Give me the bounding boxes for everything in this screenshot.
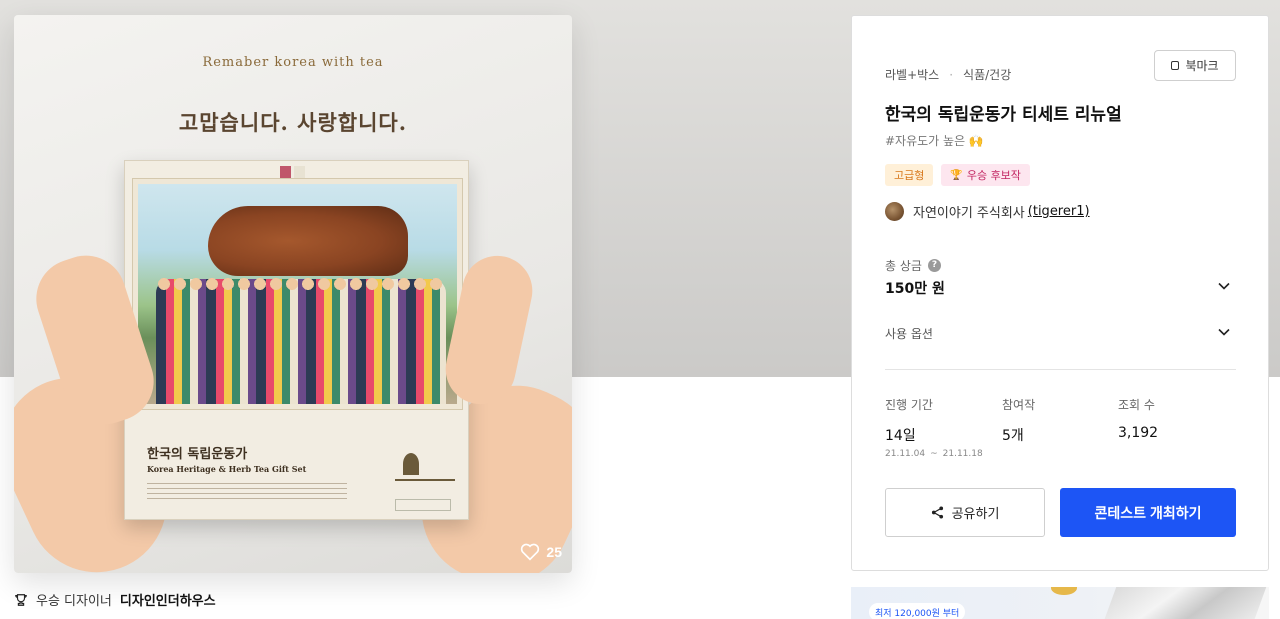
heart-icon: [521, 543, 540, 561]
period-start: 21.11.04: [885, 449, 926, 459]
stat-period-value: 14일: [885, 428, 916, 444]
bookmark-button[interactable]: 북마크: [1154, 50, 1236, 81]
stat-views-label: 조회 수: [1118, 398, 1155, 412]
chevron-down-icon: [1218, 328, 1230, 336]
stat-period-range: 21.11.04 ~ 21.11.18: [885, 449, 983, 459]
options-expand-toggle[interactable]: [1217, 324, 1231, 338]
category-1[interactable]: 라벨+박스: [885, 66, 939, 83]
stat-views-value: 3,192: [1118, 425, 1159, 441]
section-divider: [885, 369, 1236, 370]
box-illustration: [132, 178, 463, 410]
badge-row: 고급형 🏆 우승 후보작: [885, 164, 1030, 186]
winner-prefix: 우승 디자이너: [36, 594, 112, 609]
product-image[interactable]: Remaber korea with tea 고맙습니다. 사랑합니다. 한국의…: [14, 15, 572, 573]
period-sep: ~: [930, 449, 938, 459]
coin-graphic: [1051, 587, 1077, 595]
category-2[interactable]: 식품/건강: [963, 66, 1011, 83]
prize-label: 총 상금 ?: [885, 257, 941, 274]
faces-illustration: [156, 276, 446, 296]
like-count: 25: [546, 544, 562, 560]
box-title-korean: 한국의 독립운동가: [147, 447, 248, 462]
gift-box-image: 한국의 독립운동가 Korea Heritage & Herb Tea Gift…: [124, 160, 469, 520]
prize-expand-toggle[interactable]: [1217, 278, 1231, 292]
promo-banner[interactable]: 최저 120,000원 부터: [851, 587, 1269, 619]
help-icon[interactable]: ?: [927, 259, 941, 272]
winner-designer-line: 우승 디자이너 디자인인더하우스: [14, 590, 216, 609]
stat-views: 조회 수 3,192: [1118, 396, 1158, 441]
box-size-tag: [395, 499, 451, 511]
stat-entries-label: 참여작: [1002, 398, 1036, 412]
trophy-icon: 🏆: [950, 169, 963, 181]
winner-candidate-label: 우승 후보작: [966, 169, 1021, 182]
premium-badge-label: 고급형: [894, 169, 925, 182]
winner-name[interactable]: 디자인인더하우스: [120, 590, 216, 609]
stat-entries: 참여작 5개: [1002, 396, 1035, 445]
contest-info-panel: 라벨+박스 · 식품/건강 북마크 한국의 독립운동가 티세트 리뉴얼 #자유도…: [851, 15, 1269, 571]
host-contest-button[interactable]: 콘테스트 개최하기: [1060, 488, 1236, 537]
prize-value: 150만 원: [885, 281, 945, 297]
crowd-illustration: [156, 279, 446, 404]
host-company: 자연이야기 주식회사: [913, 206, 1025, 221]
share-label: 공유하기: [951, 506, 1000, 521]
locomotive-illustration: [208, 206, 408, 276]
bookmark-label: 북마크: [1185, 59, 1219, 73]
box-title-english: Korea Heritage & Herb Tea Gift Set: [147, 464, 307, 474]
options-label: 사용 옵션: [885, 327, 933, 341]
brand-logo: [395, 451, 455, 481]
host-info[interactable]: 자연이야기 주식회사 (tigerer1): [885, 202, 1090, 221]
premium-badge: 고급형: [885, 164, 934, 186]
category-separator: ·: [949, 67, 954, 82]
box-description-lines: [147, 483, 347, 503]
like-counter[interactable]: 25: [520, 543, 562, 561]
host-user-id[interactable]: (tigerer1): [1028, 204, 1090, 219]
share-button[interactable]: 공유하기: [885, 488, 1045, 537]
mockup-graphic: [1101, 587, 1267, 619]
trophy-icon: [15, 593, 27, 606]
image-headline: 고맙습니다. 사랑합니다.: [178, 110, 408, 135]
box-color-tabs: [280, 163, 320, 197]
period-end: 21.11.18: [942, 449, 983, 459]
promo-price-pill: 최저 120,000원 부터: [869, 603, 966, 619]
winner-candidate-badge: 🏆 우승 후보작: [941, 164, 1030, 186]
image-arc-text: Remaber korea with tea: [202, 55, 384, 70]
contest-title: 한국의 독립운동가 티세트 리뉴얼: [885, 105, 1122, 125]
stat-entries-value: 5개: [1002, 428, 1024, 444]
stat-period: 진행 기간 14일 21.11.04 ~ 21.11.18: [885, 396, 983, 459]
stat-period-label: 진행 기간: [885, 398, 933, 412]
host-avatar: [885, 202, 904, 221]
share-icon: [931, 506, 943, 519]
bookmark-icon: [1171, 61, 1180, 70]
category-breadcrumb: 라벨+박스 · 식품/건강: [885, 66, 1011, 83]
prize-label-text: 총 상금: [885, 259, 922, 273]
contest-tagline: #자유도가 높은 🙌: [885, 134, 984, 148]
chevron-down-icon: [1218, 282, 1230, 290]
